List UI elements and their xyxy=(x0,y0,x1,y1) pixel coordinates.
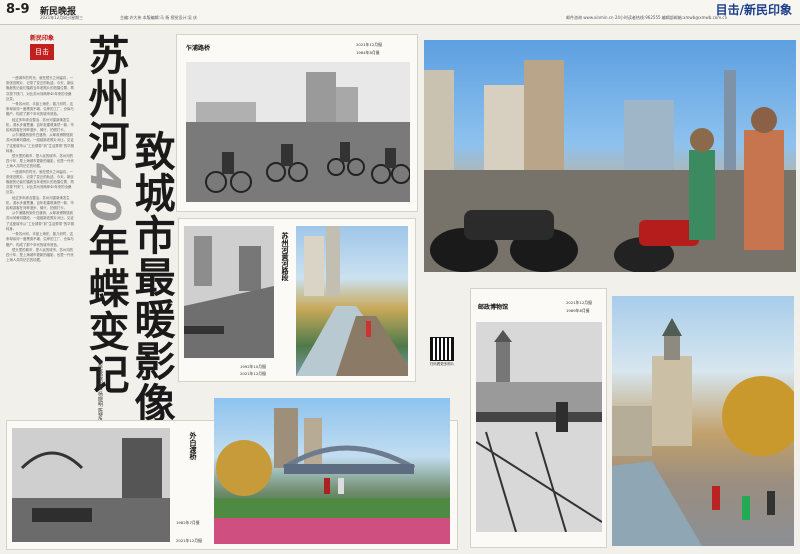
old-photo-creek xyxy=(184,226,274,358)
photo-date-then: 1982年7月摄 xyxy=(176,520,200,525)
creek-illustration xyxy=(184,226,274,358)
headline-part1: 苏州河 xyxy=(81,34,129,163)
paragraph: 经过多年综合整治，苏州河重新焕发生机，滨水步道贯通，百年老建筑焕然一新，市民和游… xyxy=(6,117,74,133)
waibaidu-new-illustration xyxy=(214,408,450,544)
qr-code[interactable] xyxy=(430,337,454,361)
headline-main: 苏州河40年蝶变记 xyxy=(81,34,129,396)
walkway-illustration xyxy=(296,226,408,376)
new-photo-zhapu-bridge xyxy=(424,40,796,272)
qr-caption: 扫码看更多照片 xyxy=(429,362,455,366)
new-photo-creek-walkway xyxy=(296,226,408,376)
old-photo-post-museum xyxy=(476,322,602,532)
paragraph: 镜头里的城市，是人民的城市。苏州河的四十年，是上海城市更新的缩影，也是一代代上海… xyxy=(6,247,74,263)
paragraph: 从乍浦路桥到外白渡桥，从邮政博物馆到苏州河黄河路段，一组组新老照片对比，见证了这… xyxy=(6,211,74,231)
column-logo-box: 目击 xyxy=(30,44,54,60)
photo-date-then: 1984年8月摄 xyxy=(356,50,380,55)
new-photo-post-museum xyxy=(612,296,794,546)
old-photo-waibaidu-bridge xyxy=(12,428,170,542)
new-photo-waibaidu-bridge xyxy=(214,398,450,544)
page-number: 8-9 xyxy=(6,2,30,17)
paragraph: 一座城市的时光，就在镜头之间留存，一张张旧照片，记录了变迁的轨迹。今天，新民晚报… xyxy=(6,76,74,101)
photo-set-title: 外白渡桥 xyxy=(189,432,198,460)
waibaidu-old-illustration xyxy=(12,428,170,542)
paragraph: 经过多年综合整治，苏州河重新焕发生机，滨水步道贯通，百年老建筑焕然一新，市民和游… xyxy=(6,195,74,211)
contact-line: 邮件咨询 www.xinmin.cn 24小时读者热线:962555 编辑部邮箱… xyxy=(566,15,728,20)
headline-number: 40 xyxy=(81,163,129,225)
page-header xyxy=(0,0,800,25)
photo-date-then: 1992年10月摄 xyxy=(240,364,266,369)
column-logo: 新民印象 目击 xyxy=(30,33,54,73)
date-line: 2021年12月8日/星期三 xyxy=(40,15,84,20)
photo-date-now: 2021年12月摄 xyxy=(566,300,592,305)
photo-date-now: 2021年12月摄 xyxy=(176,538,202,543)
headline-subtitle: 致城市最暖影像诗 xyxy=(127,130,175,466)
photo-set-title: 乍浦路桥 xyxy=(186,45,211,52)
paragraph: 一座城市的时光，就在镜头之间留存，一张张旧照片，记录了变迁的轨迹。今天，新民晚报… xyxy=(6,169,74,195)
photo-date-then: 1989年8月摄 xyxy=(566,308,590,313)
photo-set-title: 邮政博物馆 xyxy=(478,304,509,311)
street-scene-illustration xyxy=(424,60,796,272)
old-photo-cyclists xyxy=(186,62,410,202)
cyclists-illustration xyxy=(186,62,410,202)
post-museum-new-illustration xyxy=(612,318,794,546)
column-logo-title: 新民印象 xyxy=(30,35,55,42)
paragraph: 一条苏州河，半部上海史。曾几何时，这条母亲河一度黑臭不堪，沿岸的工厂、仓库与棚户… xyxy=(6,232,74,247)
paragraph: 从乍浦路桥到外白渡桥，从邮政博物馆到苏州河黄河路段，一组组新老照片对比，见证了这… xyxy=(6,133,74,153)
photo-date-now: 2021年12月摄 xyxy=(356,42,382,47)
section-title: 目击/新民印象 xyxy=(715,3,792,17)
photo-set-title: 苏州河黄河路段 xyxy=(281,232,290,281)
post-museum-old-illustration xyxy=(476,322,602,532)
paragraph: 镜头里的城市，是人民的城市。苏州河的四十年，是上海城市更新的缩影，也是一代代上海… xyxy=(6,154,74,169)
paragraph: 一条苏州河，半部上海史。曾几何时，这条母亲河一度黑臭不堪，沿岸的工厂、仓库与棚户… xyxy=(6,102,74,117)
headline-part2: 年蝶变记 xyxy=(81,224,129,397)
editors-line: 主编:许大伟 本版编辑:马 杨 视觉设计:吴 庆 xyxy=(120,15,198,20)
photo-date-now: 2021年12月摄 xyxy=(240,371,266,376)
